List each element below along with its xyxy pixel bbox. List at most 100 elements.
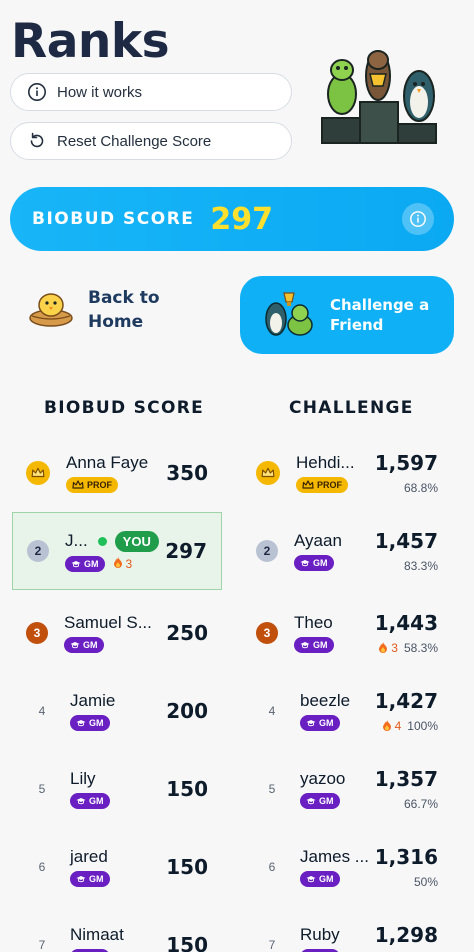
player-score: 150 [166, 855, 208, 879]
page-title: Ranks [11, 14, 170, 69]
challenge-score: 1,357 [374, 767, 438, 791]
challenge-score: 1,427 [374, 688, 438, 713]
challenge-score: 1,457 [374, 529, 438, 553]
player-score: 250 [166, 621, 208, 645]
biobud-score-column-header: BIOBUD SCORE [44, 398, 205, 418]
challenge-score: 1,316 [374, 845, 438, 869]
gm-badge: GM [64, 637, 104, 653]
rank-number: 3 [26, 622, 48, 644]
gm-badge: GM [65, 555, 105, 572]
player-name: Lily [70, 769, 96, 788]
streak-count: 4 [382, 719, 401, 734]
friends-icon [260, 289, 318, 342]
you-badge: YOU [114, 530, 159, 552]
challenge-leaderboard-row[interactable]: 2 Ayaan GM 1,457 83.3% [250, 512, 446, 590]
how-it-works-button[interactable]: How it works [10, 73, 292, 111]
challenge-leaderboard-row[interactable]: 5 yazoo GM 1,357 66.7% [250, 750, 446, 828]
biobud-leaderboard-row[interactable]: 2 J... YOU GM 3 297 [12, 512, 222, 590]
win-rate-value: 83.3% [403, 559, 438, 573]
rank-number: 4 [38, 704, 46, 718]
fire-icon [382, 719, 392, 734]
gm-badge: GM [70, 793, 110, 809]
fire-icon [378, 641, 388, 656]
biobud-score-value: 297 [210, 201, 274, 237]
back-to-home-button[interactable]: Back to Home [28, 286, 160, 334]
win-rate: 66.7% [404, 797, 438, 811]
gm-badge: GM [294, 555, 334, 571]
reset-challenge-score-button[interactable]: Reset Challenge Score [10, 122, 292, 160]
challenge-stats: 1,457 83.3% [375, 529, 438, 573]
challenge-leaderboard-row[interactable]: 6 James ... GM 1,316 50% [250, 828, 446, 906]
biobud-leaderboard-row[interactable]: 6 jared GM 150 [12, 828, 222, 906]
player-score: 150 [166, 933, 208, 952]
challenge-leaderboard-row[interactable]: 3 Theo GM 1,443 3 58.3% [250, 594, 446, 672]
rank-number: 3 [256, 622, 278, 644]
biobud-leaderboard-row[interactable]: 4 Jamie GM 200 [12, 672, 222, 750]
gm-badge: GM [70, 715, 110, 731]
gm-badge: GM [294, 637, 334, 653]
rank-number: 6 [268, 860, 276, 874]
win-rate-value: 68.8% [403, 481, 438, 495]
player-name: jared [70, 847, 108, 866]
win-rate: 50% [414, 875, 438, 889]
player-score: 297 [165, 539, 207, 563]
rank-number: 2 [256, 540, 278, 562]
win-rate: 83.3% [404, 559, 438, 573]
streak-count: 3 [378, 641, 398, 656]
challenge-stats: 1,443 3 58.3% [375, 611, 438, 656]
win-rate-value: 66.7% [403, 797, 438, 811]
rank-number: 5 [38, 782, 46, 796]
gm-badge: GM [300, 715, 340, 731]
challenge-stats: 1,357 66.7% [375, 767, 438, 811]
player-score: 150 [166, 777, 208, 801]
info-icon [27, 82, 47, 102]
win-rate: 4 100% [382, 719, 438, 734]
biobud-leaderboard-row[interactable]: 7NimaatGM150 [12, 906, 222, 952]
win-rate-value: 50% [413, 875, 438, 889]
rank-number: 2 [27, 540, 49, 562]
challenge-a-friend-button[interactable]: Challenge a Friend [240, 276, 454, 354]
prof-badge: PROF [296, 477, 349, 493]
challenge-leaderboard-row[interactable]: Hehdi... PROF 1,597 68.8% [250, 434, 446, 512]
nest-chick-icon [28, 288, 74, 333]
biobud-leaderboard-row[interactable]: Anna Faye PROF 350 [12, 434, 222, 512]
rank-number: 7 [268, 938, 276, 952]
reset-challenge-score-label: Reset Challenge Score [57, 132, 212, 150]
streak-count: 3 [113, 556, 132, 571]
player-name: Jamie [70, 691, 116, 710]
player-name: J... [65, 531, 88, 550]
podium-illustration [318, 48, 466, 148]
challenge-column-header: CHALLENGE [289, 398, 414, 418]
rank-number: 6 [38, 860, 46, 874]
biobud-score-banner: BIOBUD SCORE 297 [10, 187, 454, 251]
player-name: Nimaat [70, 925, 124, 944]
rank-number: 4 [268, 704, 276, 718]
biobud-leaderboard-row[interactable]: 5 Lily GM 150 [12, 750, 222, 828]
challenge-stats: 1,316 50% [375, 845, 438, 889]
player-name: Samuel S... [64, 613, 152, 632]
fire-icon [113, 556, 123, 571]
reset-icon [27, 131, 47, 151]
win-rate: 3 58.3% [378, 641, 438, 656]
win-rate-value: 100% [407, 719, 438, 733]
challenge-a-friend-line-2: Friend [330, 316, 384, 334]
player-name: Anna Faye [66, 453, 149, 472]
challenge-leaderboard-row[interactable]: 4 beezle GM 1,427 4 100% [250, 672, 446, 750]
challenge-a-friend-line-1: Challenge a [330, 296, 430, 314]
challenge-score: 1,597 [374, 451, 438, 475]
challenge-leaderboard-row[interactable]: 7RubyGM1,298100% [250, 906, 446, 952]
challenge-stats: 1,427 4 100% [375, 689, 438, 734]
challenge-stats: 1,298100% [375, 923, 438, 952]
rank-number: 5 [268, 782, 276, 796]
player-score: 200 [166, 699, 208, 723]
score-info-icon[interactable] [402, 203, 434, 235]
rank-1-crown-icon [256, 461, 280, 485]
player-score: 350 [166, 461, 208, 485]
how-it-works-label: How it works [57, 83, 143, 101]
gm-badge: GM [70, 871, 110, 887]
biobud-leaderboard-row[interactable]: 3 Samuel S... GM 250 [12, 594, 222, 672]
online-status-dot [97, 536, 107, 546]
back-to-home-line-1: Back to [88, 288, 160, 308]
win-rate-value: 58.3% [403, 641, 438, 655]
challenge-score: 1,443 [374, 610, 438, 635]
